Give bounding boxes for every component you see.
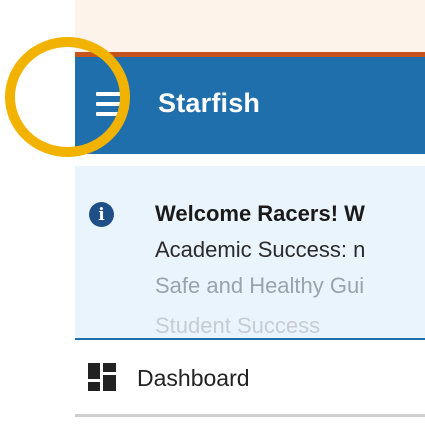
notice-line[interactable]: Academic Success: n xyxy=(155,237,365,263)
nav-item-label: Dashboard xyxy=(137,365,250,391)
app-title: Starfish xyxy=(158,88,261,118)
divider xyxy=(75,414,425,417)
hamburger-menu-icon[interactable] xyxy=(96,92,122,116)
app-header: Starfish xyxy=(75,57,425,154)
info-icon: i xyxy=(89,202,114,227)
notice-heading: Welcome Racers! W xyxy=(155,201,365,226)
welcome-notice: i Welcome Racers! W Academic Success: n … xyxy=(75,166,425,338)
notice-line: Student Success xyxy=(155,313,321,338)
notice-line[interactable]: Safe and Healthy Gui xyxy=(155,273,364,299)
top-banner xyxy=(75,0,425,52)
dashboard-icon xyxy=(88,363,116,391)
nav-item-dashboard[interactable]: Dashboard xyxy=(75,340,425,414)
